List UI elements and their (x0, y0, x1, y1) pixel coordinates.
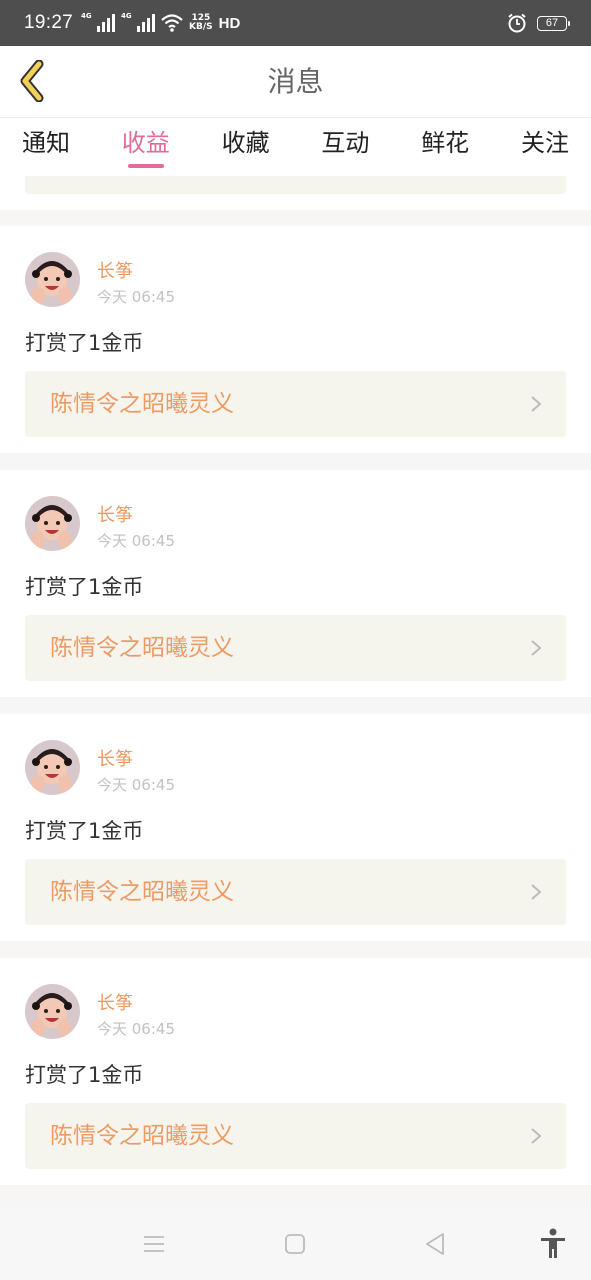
accessibility-button[interactable] (537, 1228, 569, 1260)
earnings-list: 长筝 今天 06:45 打赏了1金币 陈情令之昭曦灵义 长筝 今天 06:45 (0, 226, 591, 1202)
avatar[interactable] (25, 740, 80, 795)
chevron-right-icon (531, 640, 542, 656)
chevron-right-icon (531, 396, 542, 412)
tab-following[interactable]: 关注 (521, 118, 569, 168)
username[interactable]: 长筝 (97, 501, 133, 527)
status-time: 19:27 (24, 12, 74, 33)
tab-notifications[interactable]: 通知 (22, 118, 70, 168)
list-item: 长筝 今天 06:45 打赏了1金币 陈情令之昭曦灵义 (0, 958, 591, 1185)
work-link[interactable]: 陈情令之昭曦灵义 (25, 615, 566, 681)
work-title: 陈情令之昭曦灵义 (50, 391, 234, 417)
work-title: 陈情令之昭曦灵义 (50, 635, 234, 661)
reward-text: 打赏了1金币 (25, 819, 144, 843)
signal-icon-2: 4G (121, 12, 156, 32)
tab-interactions[interactable]: 互动 (321, 118, 369, 168)
list-item-partial (0, 176, 591, 210)
battery-icon: 67 (537, 15, 570, 31)
back-nav-button[interactable] (419, 1228, 451, 1260)
username[interactable]: 长筝 (97, 745, 133, 771)
menu-icon (144, 1236, 164, 1252)
timestamp: 今天 06:45 (97, 1020, 175, 1038)
hd-label: HD (218, 14, 241, 32)
accessibility-icon (541, 1228, 565, 1258)
tab-flowers[interactable]: 鲜花 (421, 118, 469, 168)
reward-text: 打赏了1金币 (25, 575, 144, 599)
signal-type-label: 4G (81, 12, 92, 20)
reward-text: 打赏了1金币 (25, 1063, 144, 1087)
menu-button[interactable] (138, 1228, 170, 1260)
page-title: 消息 (267, 65, 324, 98)
list-item: 长筝 今天 06:45 打赏了1金币 陈情令之昭曦灵义 (0, 714, 591, 941)
wifi-icon (161, 14, 183, 32)
timestamp: 今天 06:45 (97, 288, 175, 306)
chevron-right-icon (531, 1128, 542, 1144)
battery-level: 67 (545, 17, 559, 29)
timestamp: 今天 06:45 (97, 776, 175, 794)
work-title: 陈情令之昭曦灵义 (50, 1123, 234, 1149)
work-link[interactable]: 陈情令之昭曦灵义 (25, 859, 566, 925)
username[interactable]: 长筝 (97, 257, 133, 283)
signal-icon: 4G (81, 12, 116, 32)
alarm-icon (508, 13, 526, 33)
work-link[interactable]: 陈情令之昭曦灵义 (25, 1103, 566, 1169)
tab-bar: 通知 收益 收藏 互动 鲜花 关注 (0, 118, 591, 176)
avatar[interactable] (25, 252, 80, 307)
work-link[interactable]: 陈情令之昭曦灵义 (25, 371, 566, 437)
status-icons-left: 4G 4G 125 KB/S HD (81, 12, 241, 32)
signal-type-label-2: 4G (121, 12, 132, 20)
header-bar: 消息 (0, 46, 591, 118)
avatar[interactable] (25, 496, 80, 551)
back-triangle-icon (426, 1233, 444, 1255)
tab-earnings[interactable]: 收益 (122, 118, 170, 168)
list-item: 长筝 今天 06:45 打赏了1金币 陈情令之昭曦灵义 (0, 226, 591, 453)
status-icons-right: 67 (507, 13, 570, 33)
tab-favorites[interactable]: 收藏 (222, 118, 270, 168)
speed-unit: KB/S (189, 22, 213, 32)
system-nav-bar (0, 1208, 591, 1280)
home-button[interactable] (279, 1228, 311, 1260)
home-square-icon (285, 1234, 305, 1254)
chevron-right-icon (531, 884, 542, 900)
status-bar: 19:27 4G 4G 125 KB/S HD 67 (0, 0, 591, 46)
username[interactable]: 长筝 (97, 989, 133, 1015)
network-speed: 125 KB/S (189, 14, 213, 32)
avatar[interactable] (25, 984, 80, 1039)
work-title: 陈情令之昭曦灵义 (50, 879, 234, 905)
work-link-partial[interactable] (25, 176, 566, 194)
list-item: 长筝 今天 06:45 打赏了1金币 陈情令之昭曦灵义 (0, 470, 591, 697)
timestamp: 今天 06:45 (97, 532, 175, 550)
reward-text: 打赏了1金币 (25, 331, 144, 355)
